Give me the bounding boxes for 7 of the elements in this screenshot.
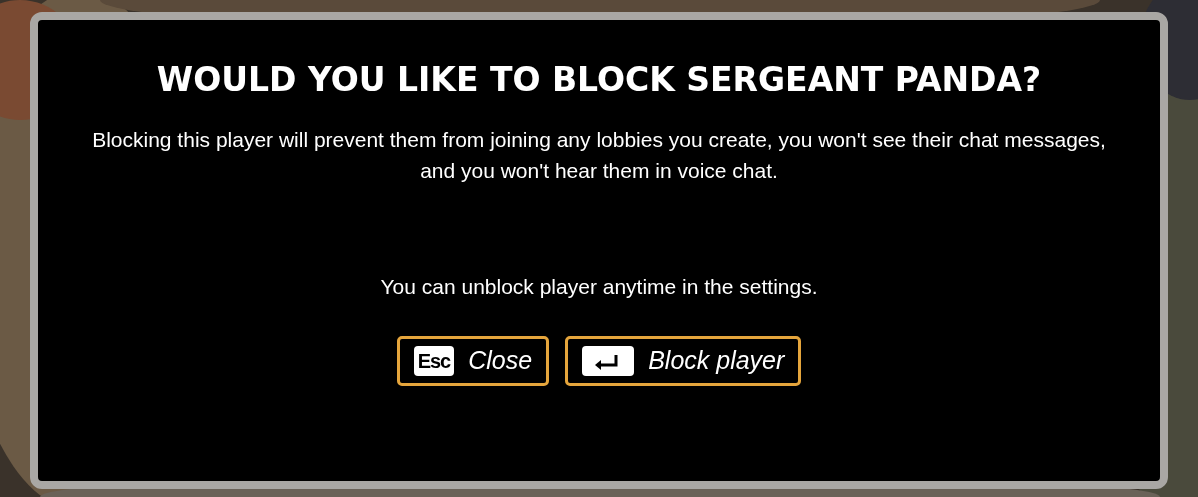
enter-key-icon — [582, 346, 635, 377]
dialog-title: WOULD YOU LIKE TO BLOCK SERGEANT PANDA? — [155, 60, 1043, 100]
dialog-message: Blocking this player will prevent them from joining any lobbies you create, you won't see their chat messages, and you won't hear them in voice chat. — [91, 126, 1107, 185]
dialog-note: You can unblock player anytime in the settings. — [379, 273, 819, 300]
close-button[interactable]: Esc Close — [396, 336, 550, 387]
key-label: Esc — [413, 346, 455, 377]
block-button[interactable]: Block player — [565, 336, 802, 387]
